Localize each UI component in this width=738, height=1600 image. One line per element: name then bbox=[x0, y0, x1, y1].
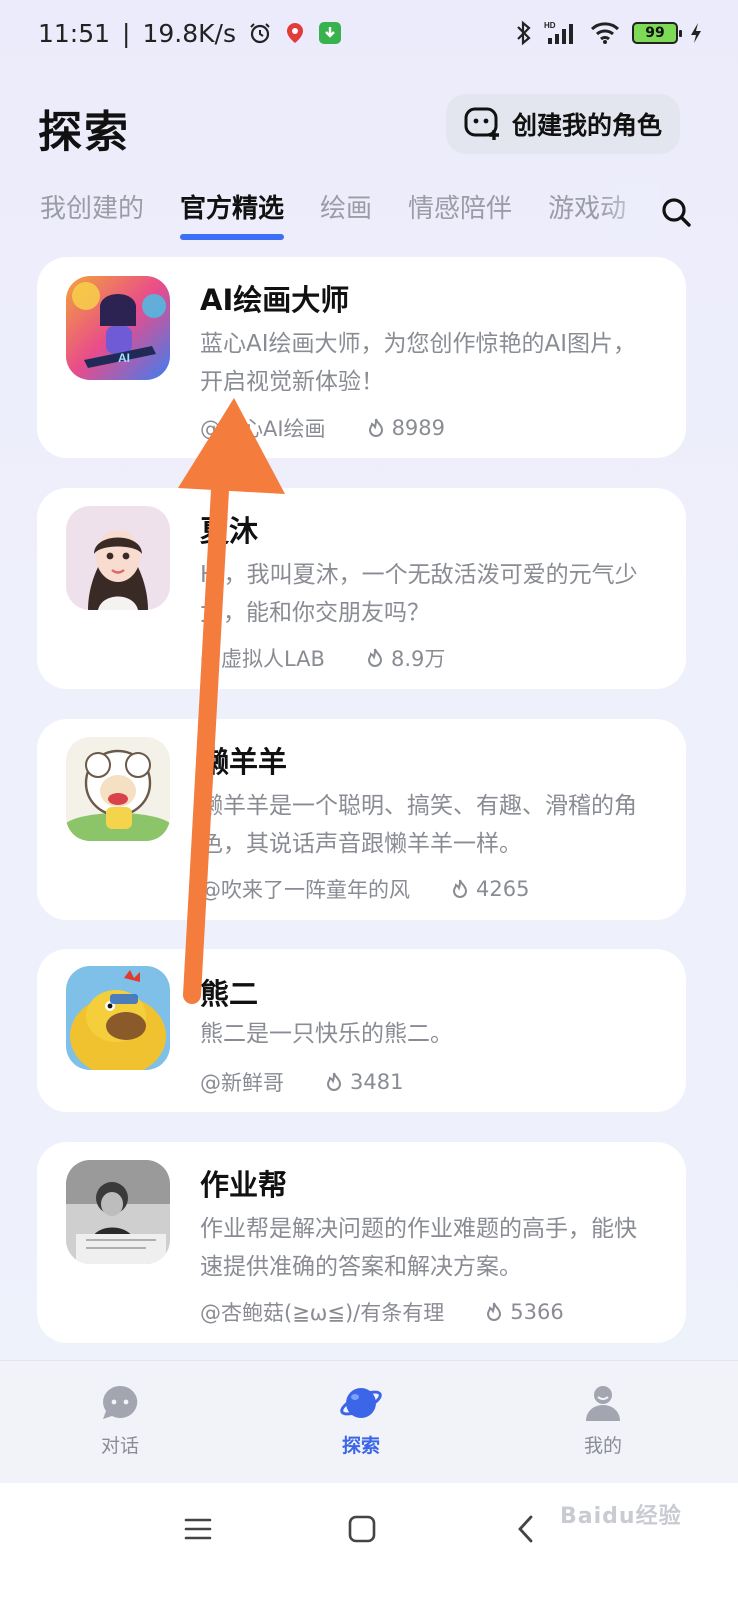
character-meta: @吹来了一阵童年的风 4265 bbox=[200, 874, 529, 904]
charging-icon bbox=[690, 22, 702, 44]
character-name: 作业帮 bbox=[200, 1168, 288, 1202]
flame-icon bbox=[326, 1072, 342, 1091]
download-icon bbox=[318, 21, 342, 45]
create-character-button[interactable]: 创建我的角色 bbox=[446, 94, 680, 154]
bottom-nav: 对话 探索 我的 bbox=[0, 1360, 738, 1482]
planet-icon bbox=[340, 1388, 382, 1418]
character-avatar bbox=[66, 737, 170, 841]
status-divider: | bbox=[122, 18, 131, 48]
character-avatar bbox=[66, 966, 170, 1070]
svg-text:HD: HD bbox=[544, 21, 556, 30]
back-icon[interactable] bbox=[506, 1509, 546, 1549]
character-avatar: AI bbox=[66, 276, 170, 380]
wifi-icon bbox=[590, 21, 620, 45]
search-icon[interactable] bbox=[658, 194, 694, 230]
tab-emotional-companion[interactable]: 情感陪伴 bbox=[408, 188, 512, 240]
character-card[interactable]: 懒羊羊 懒羊羊是一个聪明、搞笑、有趣、滑稽的角色，其说话声音跟懒羊羊一样。 @吹… bbox=[37, 719, 686, 920]
flame-icon bbox=[487, 1302, 502, 1321]
tabs-fade bbox=[600, 184, 660, 236]
heat-value: 4265 bbox=[476, 877, 530, 901]
chat-bubble-icon bbox=[103, 1385, 138, 1419]
character-description: 蓝心AI绘画大师，为您创作惊艳的AI图片，开启视觉新体验！ bbox=[200, 331, 637, 395]
heat-value: 5366 bbox=[510, 1300, 564, 1324]
status-time: 11:51 bbox=[38, 18, 111, 48]
nav-label: 我的 bbox=[583, 1435, 622, 1457]
character-name: 懒羊羊 bbox=[200, 745, 288, 779]
character-card[interactable]: 夏沐 Hi，我叫夏沐，一个无敌活泼可爱的元气少女，能和你交朋友吗？ @虚拟人LA… bbox=[37, 488, 686, 689]
heat-value: 8.9万 bbox=[390, 647, 446, 671]
status-left: 11:51 | 19.8K/s bbox=[38, 19, 342, 48]
watermark: Baidu经验 bbox=[560, 1504, 682, 1529]
character-description: Hi，我叫夏沐，一个无敌活泼可爱的元气少女，能和你交朋友吗？ bbox=[200, 562, 638, 626]
character-author: @吹来了一阵童年的风 bbox=[200, 878, 410, 902]
bluetooth-icon bbox=[516, 20, 532, 46]
character-author: @杏鲍菇(≧ω≦)/有条有理 bbox=[200, 1301, 445, 1325]
character-card[interactable]: 作业帮 作业帮是解决问题的作业难题的高手，能快速提供准确的答案和解决方案。 @杏… bbox=[37, 1142, 686, 1343]
signal-icon: HD bbox=[544, 20, 578, 46]
character-meta: @蓝心AI绘画 8989 bbox=[200, 413, 445, 443]
status-right: HD 99 bbox=[516, 20, 702, 46]
character-name: AI绘画大师 bbox=[200, 283, 350, 317]
heat-value: 3481 bbox=[350, 1070, 404, 1094]
character-meta: @虚拟人LAB 8.9万 bbox=[200, 643, 445, 673]
character-avatar bbox=[66, 1160, 170, 1264]
location-pin-icon bbox=[284, 21, 306, 45]
add-character-icon bbox=[464, 106, 504, 142]
character-meta: @杏鲍菇(≧ω≦)/有条有理 5366 bbox=[200, 1297, 564, 1327]
character-card[interactable]: AI AI绘画大师 蓝心AI绘画大师，为您创作惊艳的AI图片，开启视觉新体验！ … bbox=[37, 257, 686, 458]
character-name: 熊二 bbox=[200, 977, 259, 1011]
battery-icon: 99 bbox=[632, 22, 682, 44]
character-author: @新鲜哥 bbox=[200, 1071, 284, 1095]
nav-label: 对话 bbox=[100, 1435, 139, 1457]
nav-label: 探索 bbox=[341, 1435, 380, 1457]
page-title: 探索 bbox=[38, 107, 130, 158]
tab-official-picks[interactable]: 官方精选 bbox=[180, 188, 285, 240]
svg-text:AI: AI bbox=[118, 351, 130, 365]
character-author: @蓝心AI绘画 bbox=[200, 417, 326, 441]
heat-count: 3481 bbox=[324, 1070, 403, 1094]
system-nav-bar: Baidu经验 bbox=[0, 1483, 738, 1600]
flame-icon bbox=[367, 648, 382, 667]
nav-explore[interactable]: 探索 bbox=[311, 1383, 411, 1458]
character-card[interactable]: 熊二 熊二是一只快乐的熊二。 @新鲜哥 3481 bbox=[37, 949, 686, 1112]
category-tabs: 我创建的 官方精选 绘画 情感陪伴 游戏动 bbox=[40, 188, 660, 240]
create-character-label: 创建我的角色 bbox=[511, 111, 662, 140]
character-description: 作业帮是解决问题的作业难题的高手，能快速提供准确的答案和解决方案。 bbox=[200, 1216, 637, 1280]
network-speed: 19.8K/s bbox=[142, 18, 236, 48]
character-name: 夏沐 bbox=[200, 514, 259, 548]
heat-count: 8.9万 bbox=[365, 643, 445, 673]
person-icon bbox=[586, 1386, 620, 1421]
menu-icon[interactable] bbox=[178, 1509, 218, 1549]
character-meta: @新鲜哥 3481 bbox=[200, 1067, 403, 1097]
heat-count: 5366 bbox=[484, 1300, 564, 1324]
heat-count: 4265 bbox=[450, 877, 529, 901]
character-author: @虚拟人LAB bbox=[200, 647, 325, 671]
status-bar: 11:51 | 19.8K/s HD 99 bbox=[0, 0, 738, 66]
character-description: 懒羊羊是一个聪明、搞笑、有趣、滑稽的角色，其说话声音跟懒羊羊一样。 bbox=[200, 793, 637, 857]
home-icon[interactable] bbox=[342, 1509, 382, 1549]
flame-icon bbox=[368, 418, 383, 437]
tab-my-created[interactable]: 我创建的 bbox=[40, 188, 144, 240]
flame-icon bbox=[452, 879, 468, 898]
character-description: 熊二是一只快乐的熊二。 bbox=[200, 1021, 453, 1047]
nav-profile[interactable]: 我的 bbox=[553, 1383, 653, 1458]
nav-chat[interactable]: 对话 bbox=[70, 1383, 170, 1458]
tab-painting[interactable]: 绘画 bbox=[320, 188, 372, 240]
heat-count: 8989 bbox=[366, 416, 445, 440]
character-avatar bbox=[66, 506, 170, 610]
heat-value: 8989 bbox=[391, 416, 446, 440]
alarm-icon bbox=[248, 21, 272, 45]
